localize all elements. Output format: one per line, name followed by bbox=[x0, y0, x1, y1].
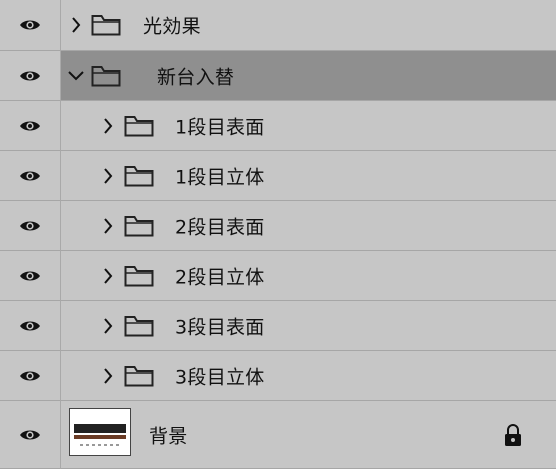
layer-row[interactable]: 2段目表面 bbox=[0, 201, 556, 251]
eye-icon bbox=[20, 171, 40, 180]
eye-icon bbox=[20, 221, 40, 230]
layer-row[interactable]: 1段目立体 bbox=[0, 151, 556, 201]
chevron-down-icon[interactable] bbox=[67, 70, 85, 82]
folder-icon bbox=[124, 315, 154, 336]
eye-icon bbox=[20, 321, 40, 330]
folder-icon bbox=[124, 165, 154, 186]
eye-icon bbox=[20, 121, 40, 130]
folder-icon bbox=[91, 15, 121, 36]
visibility-toggle[interactable] bbox=[0, 51, 61, 101]
layer-name: 2段目表面 bbox=[175, 216, 265, 238]
folder-icon bbox=[124, 115, 154, 136]
layer-row[interactable]: 3段目立体 bbox=[0, 351, 556, 401]
layer-name: 1段目表面 bbox=[175, 116, 265, 138]
layer-row-selected[interactable]: 新台入替 bbox=[0, 51, 556, 101]
layer-row[interactable]: 3段目表面 bbox=[0, 301, 556, 351]
folder-icon bbox=[124, 365, 154, 386]
chevron-right-icon[interactable] bbox=[103, 217, 113, 235]
layer-name: 2段目立体 bbox=[175, 266, 265, 288]
visibility-toggle[interactable] bbox=[0, 401, 61, 469]
folder-icon bbox=[124, 215, 154, 236]
layers-panel: 光効果 新台入替 1段目表面 1段目立体 2段目表面 2段目立体 3段目表面 3… bbox=[0, 0, 556, 469]
layer-thumbnail bbox=[69, 408, 131, 456]
eye-icon bbox=[20, 71, 40, 80]
layer-name: 新台入替 bbox=[157, 66, 235, 88]
chevron-right-icon[interactable] bbox=[103, 167, 113, 185]
layer-row[interactable]: 1段目表面 bbox=[0, 101, 556, 151]
chevron-right-icon[interactable] bbox=[103, 317, 113, 335]
eye-icon bbox=[20, 371, 40, 380]
visibility-toggle[interactable] bbox=[0, 301, 61, 351]
visibility-toggle[interactable] bbox=[0, 151, 61, 201]
layer-row-background[interactable]: 背景 bbox=[0, 401, 556, 469]
chevron-right-icon[interactable] bbox=[103, 367, 113, 385]
layer-name: 3段目立体 bbox=[175, 366, 265, 388]
layer-name: 背景 bbox=[149, 425, 188, 447]
layer-name: 1段目立体 bbox=[175, 166, 265, 188]
lock-icon bbox=[505, 423, 521, 446]
layer-name: 3段目表面 bbox=[175, 316, 265, 338]
visibility-toggle[interactable] bbox=[0, 251, 61, 301]
visibility-toggle[interactable] bbox=[0, 101, 61, 151]
folder-open-icon bbox=[91, 65, 121, 86]
layer-name: 光効果 bbox=[143, 15, 201, 38]
chevron-right-icon[interactable] bbox=[103, 117, 113, 135]
visibility-toggle[interactable] bbox=[0, 351, 61, 401]
layer-row[interactable]: 2段目立体 bbox=[0, 251, 556, 301]
visibility-toggle[interactable] bbox=[0, 0, 61, 51]
chevron-right-icon[interactable] bbox=[71, 16, 81, 34]
folder-icon bbox=[124, 265, 154, 286]
eye-icon bbox=[20, 20, 40, 30]
visibility-toggle[interactable] bbox=[0, 201, 61, 251]
eye-icon bbox=[20, 430, 40, 439]
chevron-right-icon[interactable] bbox=[103, 267, 113, 285]
layer-row[interactable]: 光効果 bbox=[0, 0, 556, 51]
eye-icon bbox=[20, 271, 40, 280]
